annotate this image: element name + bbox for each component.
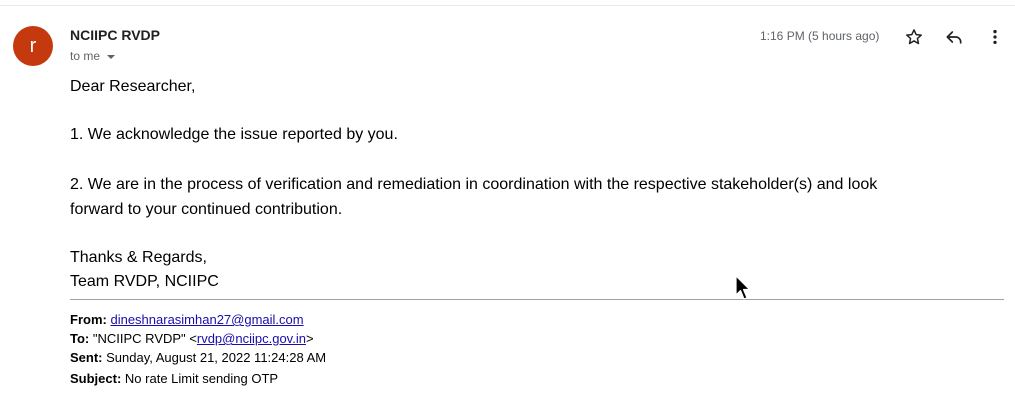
from-email-link[interactable]: dineshnarasimhan27@gmail.com bbox=[110, 312, 303, 327]
subject-label: Subject: bbox=[70, 371, 122, 386]
sent-label: Sent: bbox=[70, 350, 103, 365]
to-close: > bbox=[305, 331, 314, 346]
greeting-text: Dear Researcher, bbox=[70, 78, 196, 95]
quoted-from-row: From: dineshnarasimhan27@gmail.com bbox=[70, 312, 304, 327]
subject-value: No rate Limit sending OTP bbox=[124, 371, 279, 386]
quoted-subject-row: Subject: No rate Limit sending OTP bbox=[70, 371, 278, 386]
reply-icon bbox=[946, 31, 962, 44]
more-vert-icon bbox=[993, 29, 997, 45]
recipient-label: to me bbox=[70, 49, 101, 63]
recipient-details-toggle[interactable]: to me bbox=[70, 49, 116, 63]
mouse-pointer-icon bbox=[735, 275, 751, 300]
chevron-down-icon bbox=[107, 54, 116, 59]
reply-button[interactable] bbox=[942, 25, 966, 49]
star-icon bbox=[906, 29, 922, 45]
quoted-to-row: To: "NCIIPC RVDP" <rvdp@nciipc.gov.in> bbox=[70, 331, 314, 346]
to-name: "NCIIPC RVDP" < bbox=[92, 331, 197, 346]
star-button[interactable] bbox=[902, 25, 926, 49]
signoff-line-1: Thanks & Regards, bbox=[70, 249, 207, 266]
avatar-letter: r bbox=[29, 34, 37, 57]
quoted-divider bbox=[70, 299, 1004, 300]
avatar[interactable]: r bbox=[13, 26, 53, 66]
more-options-button[interactable] bbox=[983, 25, 1007, 49]
body-paragraph-2b: forward to your continued contribution. bbox=[70, 201, 343, 218]
sender-name[interactable]: NCIIPC RVDP bbox=[70, 27, 160, 43]
top-divider bbox=[0, 5, 1015, 6]
body-paragraph-1: 1. We acknowledge the issue reported by … bbox=[70, 126, 398, 143]
from-label: From: bbox=[70, 312, 107, 327]
timestamp: 1:16 PM (5 hours ago) bbox=[760, 29, 880, 43]
body-paragraph-2a: 2. We are in the process of verification… bbox=[70, 176, 878, 193]
sent-value: Sunday, August 21, 2022 11:24:28 AM bbox=[106, 350, 327, 365]
to-email-link[interactable]: rvdp@nciipc.gov.in bbox=[197, 331, 306, 346]
quoted-sent-row: Sent: Sunday, August 21, 2022 11:24:28 A… bbox=[70, 350, 326, 365]
to-label: To: bbox=[70, 331, 90, 346]
signoff-line-2: Team RVDP, NCIIPC bbox=[70, 273, 219, 290]
